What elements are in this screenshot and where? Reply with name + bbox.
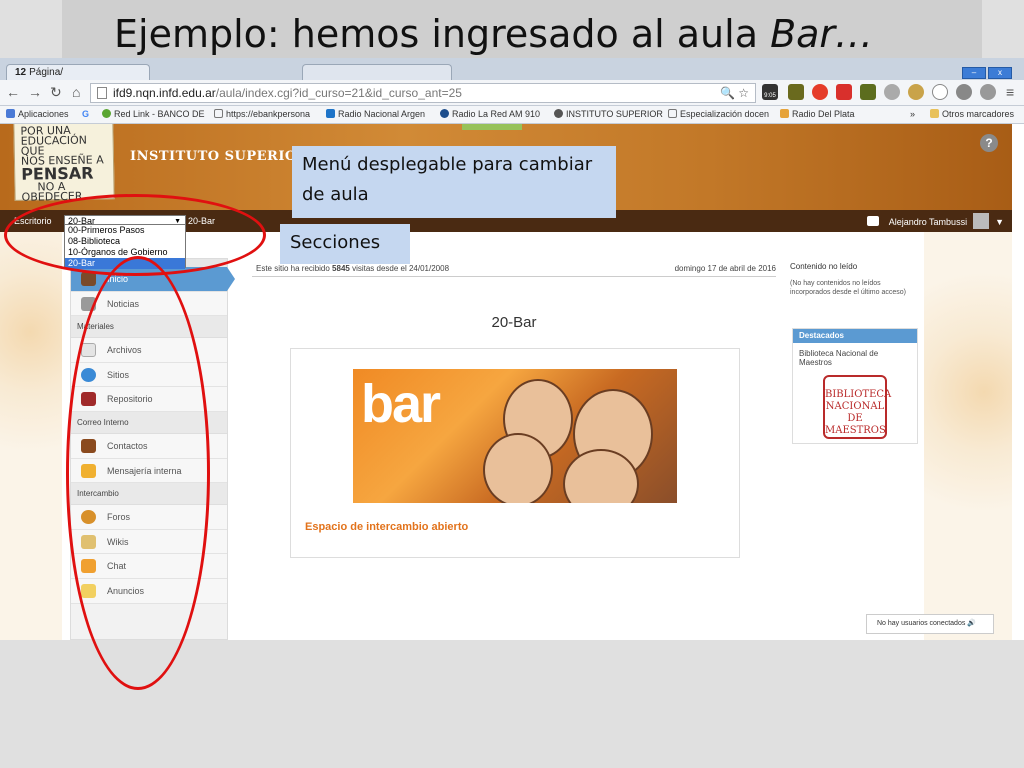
user-name: Alejandro Tambussi [888, 217, 968, 227]
library-logo[interactable]: BIBLIOTECA NACIONAL DE MAESTROS [823, 375, 891, 439]
visits-count: 5845 [332, 264, 350, 273]
time-badge: 9:05 [764, 93, 776, 99]
current-date: domingo 17 de abril de 2016 [674, 264, 776, 273]
site-logo[interactable]: POR UNA EDUCACIÓN QUE NOS ENSEÑE A PENSA… [13, 124, 115, 204]
menu-icon[interactable]: ≡ [1006, 84, 1014, 100]
bookmark-radio-delplata[interactable]: Radio Del Plata [780, 109, 855, 119]
visits-counter: Este sitio ha recibido 5845 visitas desd… [256, 264, 450, 273]
featured-item[interactable]: Biblioteca Nacional de Maestros [793, 343, 917, 373]
help-button[interactable]: ? [980, 134, 998, 152]
window-controls: – x [960, 62, 1012, 80]
course-welcome-box: bar Espacio de intercambio abierto [290, 348, 740, 558]
divider [252, 276, 776, 277]
url-path: /aula/index.cgi?id_curso=21&id_curso_ant… [215, 86, 462, 100]
user-menu-chevron-icon[interactable]: ▼ [995, 217, 1004, 227]
bookmark-ebank[interactable]: https://ebankpersona [214, 109, 310, 119]
bookmark-instituto[interactable]: INSTITUTO SUPERIOR [554, 109, 663, 119]
home-icon [81, 272, 96, 286]
slide-title-italic: Bar… [770, 12, 874, 56]
extension-check-icon[interactable] [788, 84, 804, 100]
tab-label: Página/ [29, 67, 64, 78]
bookmark-radio-nacional[interactable]: Radio Nacional Argen [326, 109, 425, 119]
featured-panel: Destacados Biblioteca Nacional de Maestr… [792, 328, 918, 444]
bar-banner-image: bar [353, 369, 677, 503]
tab-number: 12 [15, 67, 27, 78]
browser-tab-2[interactable] [302, 64, 452, 80]
right-decoration [924, 232, 1012, 640]
home-nav-icon[interactable]: ⌂ [72, 84, 80, 100]
bookmark-google[interactable]: G [82, 109, 89, 119]
bookmarks-bar: Aplicaciones G Red Link - BANCO DE https… [0, 106, 1024, 124]
radio-lared-icon [440, 109, 449, 118]
browser-toolbar: ← → ↻ ⌂ ifd9.nqn.infd.edu.ar/aula/index.… [0, 80, 1024, 106]
instituto-icon [554, 109, 563, 118]
url-host: ifd9.nqn.infd.edu.ar [113, 86, 216, 100]
bookmark-especializacion[interactable]: Especialización docen [668, 109, 769, 119]
radio-delplata-icon [780, 109, 789, 118]
course-title: 20-Bar [491, 314, 537, 331]
banner-face [483, 433, 553, 503]
zoom-star-icons[interactable]: 🔍 ☆ [720, 84, 749, 102]
page-icon [97, 87, 107, 99]
user-area[interactable]: Alejandro Tambussi ▼ [866, 213, 1004, 230]
redlink-icon [102, 109, 111, 118]
extension-chrome-icon[interactable] [956, 84, 972, 100]
extension-search-icon[interactable] [980, 84, 996, 100]
extension-check2-icon[interactable] [860, 84, 876, 100]
folder-icon [930, 109, 939, 118]
featured-title: Destacados [793, 329, 917, 343]
extension-clock-icon[interactable]: 9:05 [762, 84, 778, 100]
unread-text: (No hay contenidos no leídos incorporado… [790, 280, 906, 296]
unread-title: Contenido no leído [790, 262, 858, 271]
bookmark-redlink[interactable]: Red Link - BANCO DE [102, 109, 205, 119]
box-caption: Espacio de intercambio abierto [305, 521, 469, 533]
extension-red-icon[interactable] [836, 84, 852, 100]
address-bar[interactable]: ifd9.nqn.infd.edu.ar/aula/index.cgi?id_c… [90, 83, 756, 103]
left-decoration [0, 232, 62, 640]
extension-gray-icon[interactable] [884, 84, 900, 100]
minimize-button[interactable]: – [962, 67, 986, 79]
reload-icon[interactable]: ↻ [50, 84, 62, 101]
radio-icon [326, 109, 335, 118]
bookmark-radio-lared[interactable]: Radio La Red AM 910 [440, 109, 540, 119]
extension-yellow-icon[interactable] [908, 84, 924, 100]
sections-highlight-oval [66, 256, 210, 690]
apps-icon [6, 109, 15, 118]
speaker-icon: 🔊 [967, 620, 977, 627]
bookmark-others[interactable]: Otros marcadores [930, 109, 1014, 119]
green-tab [462, 124, 522, 130]
browser-tab[interactable]: 12 Página/ [6, 64, 150, 80]
briefcase-icon[interactable] [866, 216, 879, 226]
sections-callout: Secciones [280, 224, 410, 264]
dropdown-callout: Menú desplegable para cambiar de aula [292, 146, 616, 218]
page-bookmark-icon [668, 109, 677, 118]
avatar [973, 213, 990, 229]
content-area: Este sitio ha recibido 5845 visitas desd… [252, 262, 776, 640]
bookmarks-overflow[interactable]: » [910, 109, 915, 119]
close-window-button[interactable]: x [988, 67, 1012, 79]
page-bookmark-icon [214, 109, 223, 118]
banner-word: bar [361, 374, 441, 434]
back-icon[interactable]: ← [6, 84, 20, 100]
extension-circle-icon[interactable] [932, 84, 948, 100]
tab-strip: 12 Página/ – x [0, 58, 1024, 80]
bookmark-apps[interactable]: Aplicaciones [6, 109, 69, 119]
extension-stop-icon[interactable] [812, 84, 828, 100]
slide-title-text: Ejemplo: hemos ingresado al aula [114, 12, 771, 56]
online-users[interactable]: No hay usuarios conectados 🔊 [866, 614, 994, 634]
forward-icon[interactable]: → [28, 84, 42, 100]
right-column: Contenido no leído (No hay contenidos no… [790, 262, 918, 444]
